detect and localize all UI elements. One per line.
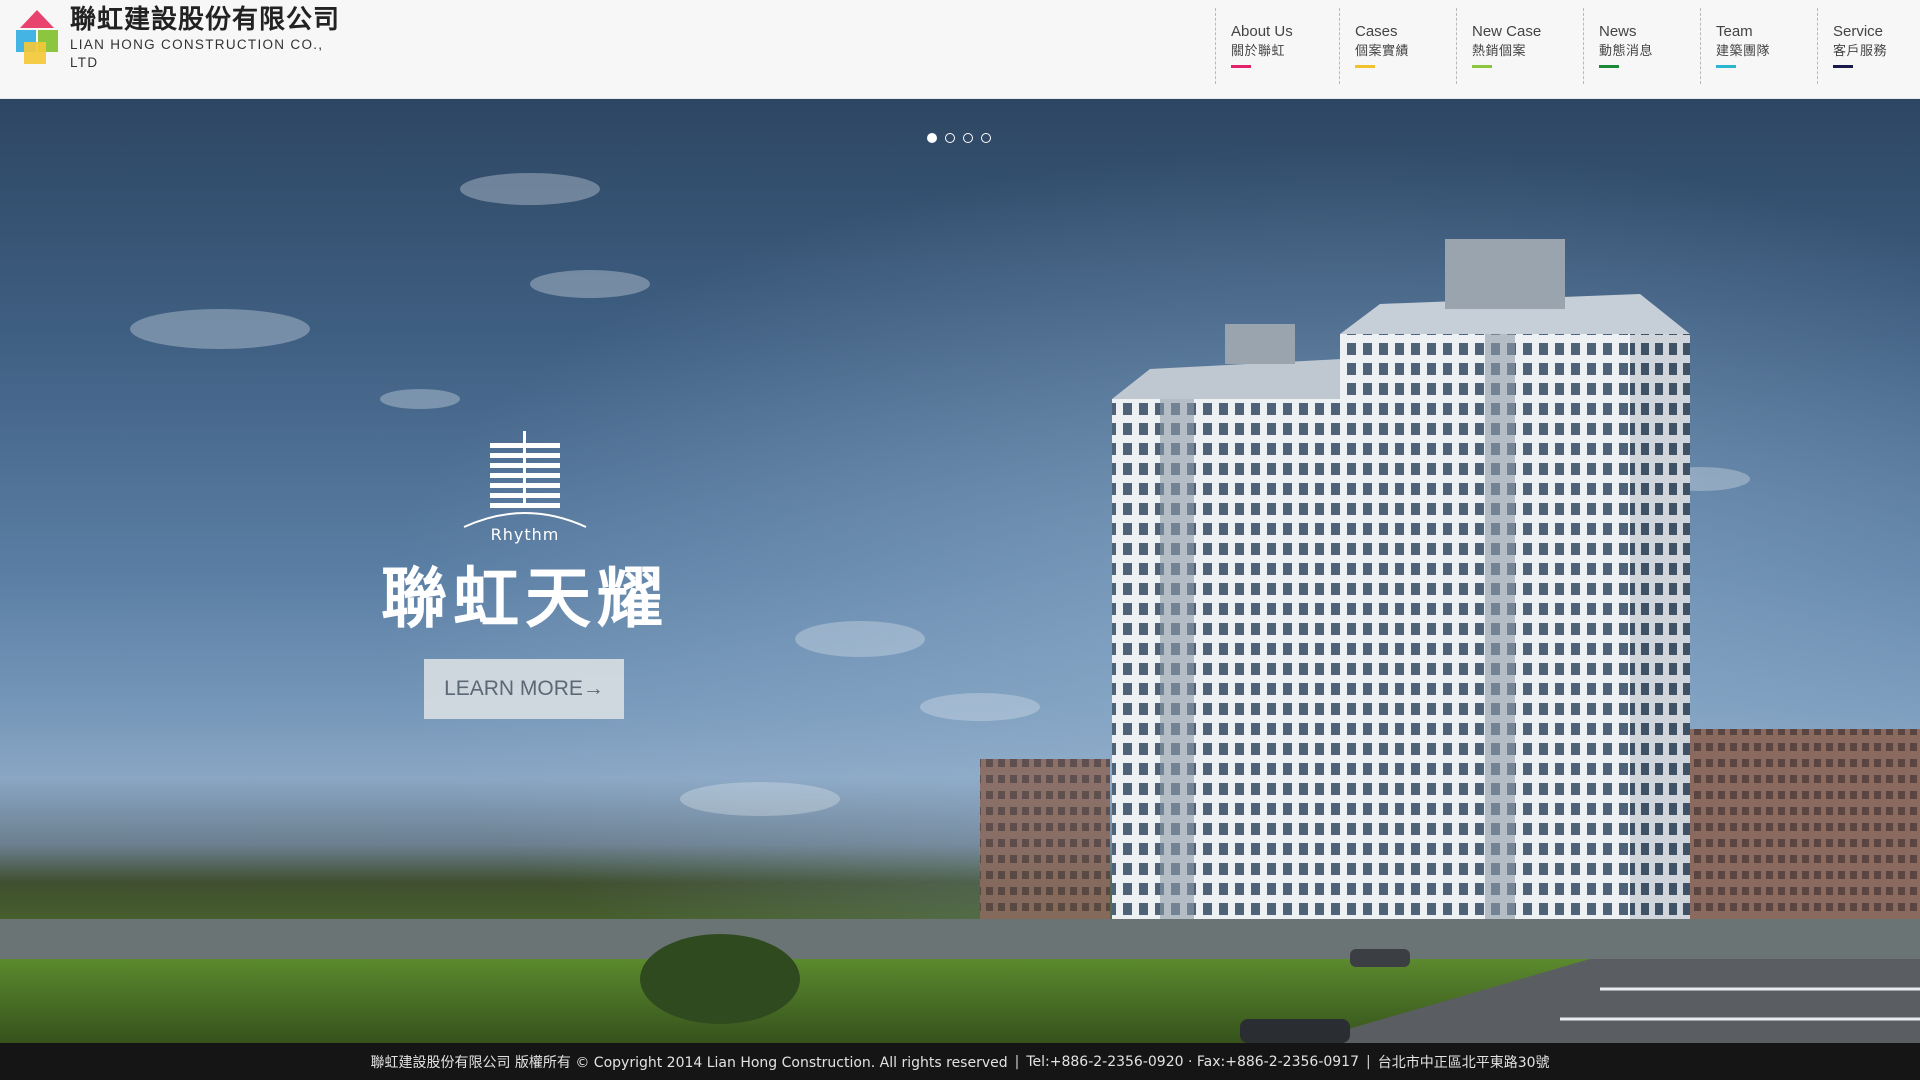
nav-label-en: News [1599,23,1637,40]
footer-separator: | [1366,1053,1371,1070]
slider-dot[interactable] [981,133,991,143]
logo-house-icon [16,10,58,64]
nav-label-cn: 建築團隊 [1716,44,1771,59]
nav-color-bar [1355,65,1375,68]
slider-dot[interactable] [963,133,973,143]
nav-label-cn: 動態消息 [1599,44,1654,59]
hero-background-image [0,99,1920,1043]
nav-color-bar [1231,65,1251,68]
building-logo-icon [463,431,587,528]
nav-label-cn: 關於聯虹 [1231,44,1286,59]
project-brand: Rhythm 聯虹天耀 [380,429,670,636]
nav-label-en: New Case [1472,23,1542,40]
nav-item-news[interactable]: News 動態消息 [1583,8,1700,84]
hero-slider: Rhythm 聯虹天耀 LEARN MORE→ [0,99,1920,1043]
company-name-cn: 聯虹建設股份有限公司 [70,5,341,35]
main-nav: About Us 關於聯虹 Cases 個案實績 New Case 熱銷個案 N… [1215,8,1920,84]
nav-item-about-us[interactable]: About Us 關於聯虹 [1215,8,1339,84]
brand-subtitle: Rhythm [490,525,560,544]
learn-more-button[interactable]: LEARN MORE→ [424,659,624,719]
site-header: 聯虹建設股份有限公司 LIAN HONG CONSTRUCTION CO., L… [0,0,1920,99]
footer-copyright: 聯虹建設股份有限公司 版權所有 © Copyright 2014 Lian Ho… [370,1054,1008,1071]
nav-color-bar [1472,65,1492,68]
footer-contact: Tel:+886-2-2356-0920 · Fax:+886-2-2356-0… [1026,1053,1359,1070]
nav-color-bar [1833,65,1853,68]
slider-pagination [927,133,991,143]
footer-separator: | [1014,1053,1020,1070]
brand-title: 聯虹天耀 [381,559,669,637]
nav-color-bar [1716,65,1736,68]
site-footer: 聯虹建設股份有限公司 版權所有 © Copyright 2014 Lian Ho… [0,1043,1920,1080]
slider-dot[interactable] [927,133,937,143]
nav-label-en: About Us [1231,23,1293,40]
nav-label-en: Team [1716,23,1753,40]
nav-color-bar [1599,65,1619,68]
nav-item-team[interactable]: Team 建築團隊 [1700,8,1817,84]
nav-label-cn: 熱銷個案 [1472,44,1527,59]
nav-label-cn: 客戶服務 [1833,44,1888,59]
nav-item-new-case[interactable]: New Case 熱銷個案 [1456,8,1583,84]
footer-address: 台北市中正區北平東路30號 [1377,1054,1550,1071]
nav-label-en: Cases [1355,23,1398,40]
nav-item-cases[interactable]: Cases 個案實績 [1339,8,1456,84]
nav-label-cn: 個案實績 [1355,44,1410,59]
nav-item-service[interactable]: Service 客戶服務 [1817,8,1920,84]
company-name-en: LIAN HONG CONSTRUCTION CO., LTD [70,37,324,70]
logo-link[interactable]: 聯虹建設股份有限公司 LIAN HONG CONSTRUCTION CO., L… [14,5,344,70]
nav-label-en: Service [1833,23,1884,40]
slider-dot[interactable] [945,133,955,143]
